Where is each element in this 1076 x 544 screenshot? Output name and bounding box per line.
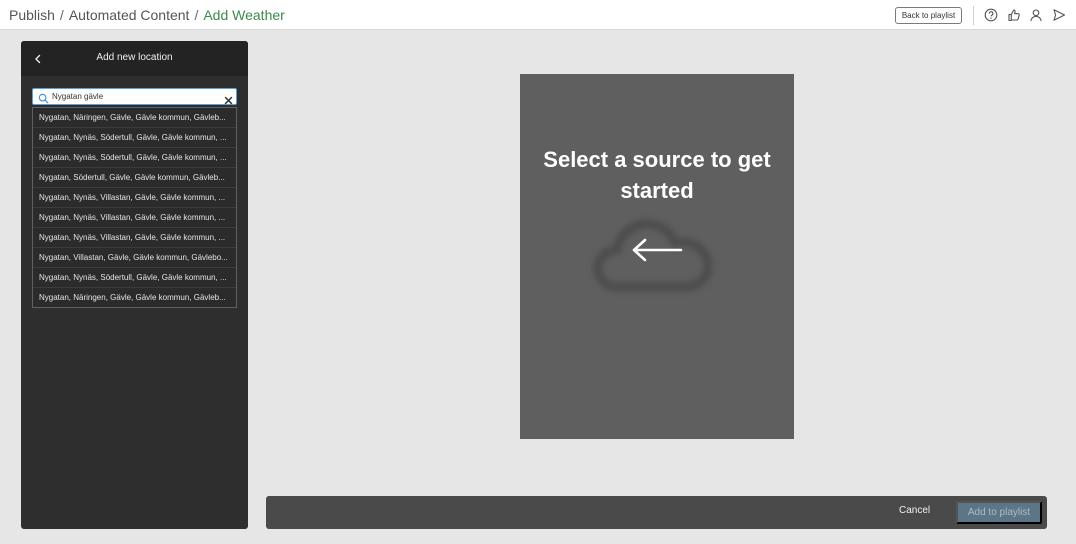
add-to-playlist-button[interactable]: Add to playlist bbox=[956, 501, 1042, 524]
search-result-item[interactable]: Nygatan, Nynäs, Villastan, Gävle, Gävle … bbox=[33, 228, 236, 248]
search-result-item[interactable]: Nygatan, Nynäs, Villastan, Gävle, Gävle … bbox=[33, 208, 236, 228]
search-result-item[interactable]: Nygatan, Nynäs, Södertull, Gävle, Gävle … bbox=[33, 128, 236, 148]
breadcrumb-automated-content[interactable]: Automated Content bbox=[69, 7, 190, 23]
header-divider bbox=[973, 6, 974, 25]
panel-title: Add new location bbox=[96, 52, 173, 63]
back-to-playlist-button[interactable]: Back to playlist bbox=[895, 7, 962, 24]
help-icon[interactable] bbox=[984, 8, 998, 22]
search-result-item[interactable]: Nygatan, Villastan, Gävle, Gävle kommun,… bbox=[33, 248, 236, 268]
send-icon[interactable] bbox=[1052, 8, 1066, 22]
breadcrumb-separator: / bbox=[59, 7, 64, 23]
search-result-item[interactable]: Nygatan, Nynäs, Södertull, Gävle, Gävle … bbox=[33, 268, 236, 288]
location-search-box[interactable] bbox=[32, 88, 237, 105]
location-search-input[interactable] bbox=[52, 89, 222, 104]
panel-header: Add new location bbox=[21, 41, 248, 76]
search-result-item[interactable]: Nygatan, Nynäs, Södertull, Gävle, Gävle … bbox=[33, 148, 236, 168]
preview-message: Select a source to get started bbox=[543, 147, 771, 203]
search-result-item[interactable]: Nygatan, Näringen, Gävle, Gävle kommun, … bbox=[33, 108, 236, 128]
arrow-left-icon bbox=[630, 237, 684, 263]
search-result-item[interactable]: Nygatan, Nynäs, Villastan, Gävle, Gävle … bbox=[33, 188, 236, 208]
breadcrumb-separator: / bbox=[194, 7, 199, 23]
search-result-item[interactable]: Nygatan, Näringen, Gävle, Gävle kommun, … bbox=[33, 288, 236, 308]
clear-icon[interactable] bbox=[224, 92, 233, 105]
thumbs-up-icon[interactable] bbox=[1007, 8, 1021, 22]
preview-area: Select a source to get started bbox=[520, 74, 794, 439]
breadcrumb-publish[interactable]: Publish bbox=[9, 7, 55, 23]
top-bar: Publish / Automated Content / Add Weather Ba… bbox=[0, 0, 1076, 30]
breadcrumb-add-weather: Add Weather bbox=[203, 7, 285, 23]
search-icon bbox=[38, 91, 49, 104]
footer-bar: Cancel Add to playlist bbox=[266, 496, 1047, 529]
user-icon[interactable] bbox=[1029, 8, 1043, 22]
search-result-item[interactable]: Nygatan, Södertull, Gävle, Gävle kommun,… bbox=[33, 168, 236, 188]
cancel-button[interactable]: Cancel bbox=[899, 505, 930, 516]
breadcrumb: Publish / Automated Content / Add Weather bbox=[9, 7, 285, 23]
search-results-list: Nygatan, Näringen, Gävle, Gävle kommun, … bbox=[32, 107, 237, 308]
location-panel: Add new location Nygatan, Näringen, Gävl… bbox=[21, 41, 248, 529]
